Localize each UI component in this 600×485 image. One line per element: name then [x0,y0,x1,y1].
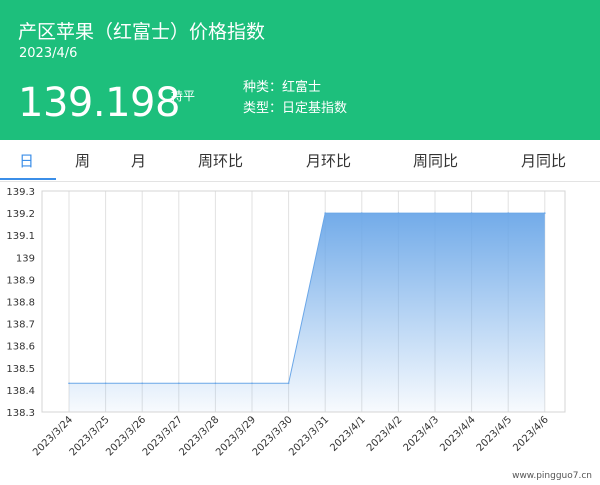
x-tick-label: 2023/3/31 [287,414,331,458]
data-point [361,212,363,214]
y-tick-label: 138.9 [6,275,35,286]
y-tick-label: 138.8 [6,298,35,309]
series-area [69,213,545,412]
tab-week-yoy[interactable]: 周同比 [413,152,458,170]
y-tick-label: 139 [16,253,35,264]
price-chart: 139.3 139.2 139.1 139 138.9 138.8 138.7 138.6 13… [6,187,592,481]
header-panel: 产区苹果（红富士）价格指数 2023/4/6 139.198 持平 种类：红富士… [0,0,600,140]
y-tick-label: 138.6 [6,342,35,353]
y-tick-label: 139.1 [6,231,35,242]
data-point [214,382,217,385]
y-axis-ticks: 139.3 139.2 139.1 139 138.9 138.8 138.7 138.6 13… [6,187,35,419]
tab-month-yoy[interactable]: 月同比 [521,152,566,170]
tab-month-mom[interactable]: 月环比 [306,152,351,170]
data-point [507,212,510,214]
price-value: 139.198 [18,80,180,126]
variety-label: 种类：红富士 [243,80,322,95]
watermark: www.pingguo7.cn [512,471,592,481]
x-tick-label: 2023/4/5 [475,414,515,454]
data-point [68,382,70,385]
data-point [434,212,436,214]
x-tick-label: 2023/4/1 [328,414,368,454]
x-tick-label: 2023/4/2 [365,414,405,454]
y-tick-label: 138.5 [6,364,35,375]
data-point [251,382,253,385]
x-axis-ticks: 2023/3/242023/3/252023/3/262023/3/272023… [31,414,551,458]
data-point [178,382,180,385]
tab-week-mom[interactable]: 周环比 [198,152,243,170]
y-tick-label: 138.4 [6,386,35,397]
data-point [104,382,107,385]
tab-month[interactable]: 月 [131,152,146,170]
x-tick-label: 2023/4/6 [511,414,551,454]
data-point [544,212,546,214]
tab-day[interactable]: 日 [19,152,34,170]
tab-week[interactable]: 周 [75,152,90,170]
data-point [287,382,290,385]
data-point [470,212,473,214]
y-tick-label: 139.2 [6,209,35,220]
x-tick-label: 2023/4/4 [438,414,478,454]
y-tick-label: 138.7 [6,320,35,331]
y-tick-label: 138.3 [6,408,35,419]
y-tick-label: 139.3 [6,187,35,198]
type-label: 类型：日定基指数 [243,101,348,116]
page-title: 产区苹果（红富士）价格指数 [18,21,266,43]
x-tick-label: 2023/4/3 [402,414,442,454]
data-point [397,212,400,214]
tab-bar: 日 周 月 周环比 月环比 周同比 月同比 [0,140,600,182]
date-label: 2023/4/6 [19,46,78,61]
data-point [324,212,327,214]
change-label: 持平 [171,89,196,103]
active-tab-indicator [0,178,56,180]
data-point [141,382,143,385]
